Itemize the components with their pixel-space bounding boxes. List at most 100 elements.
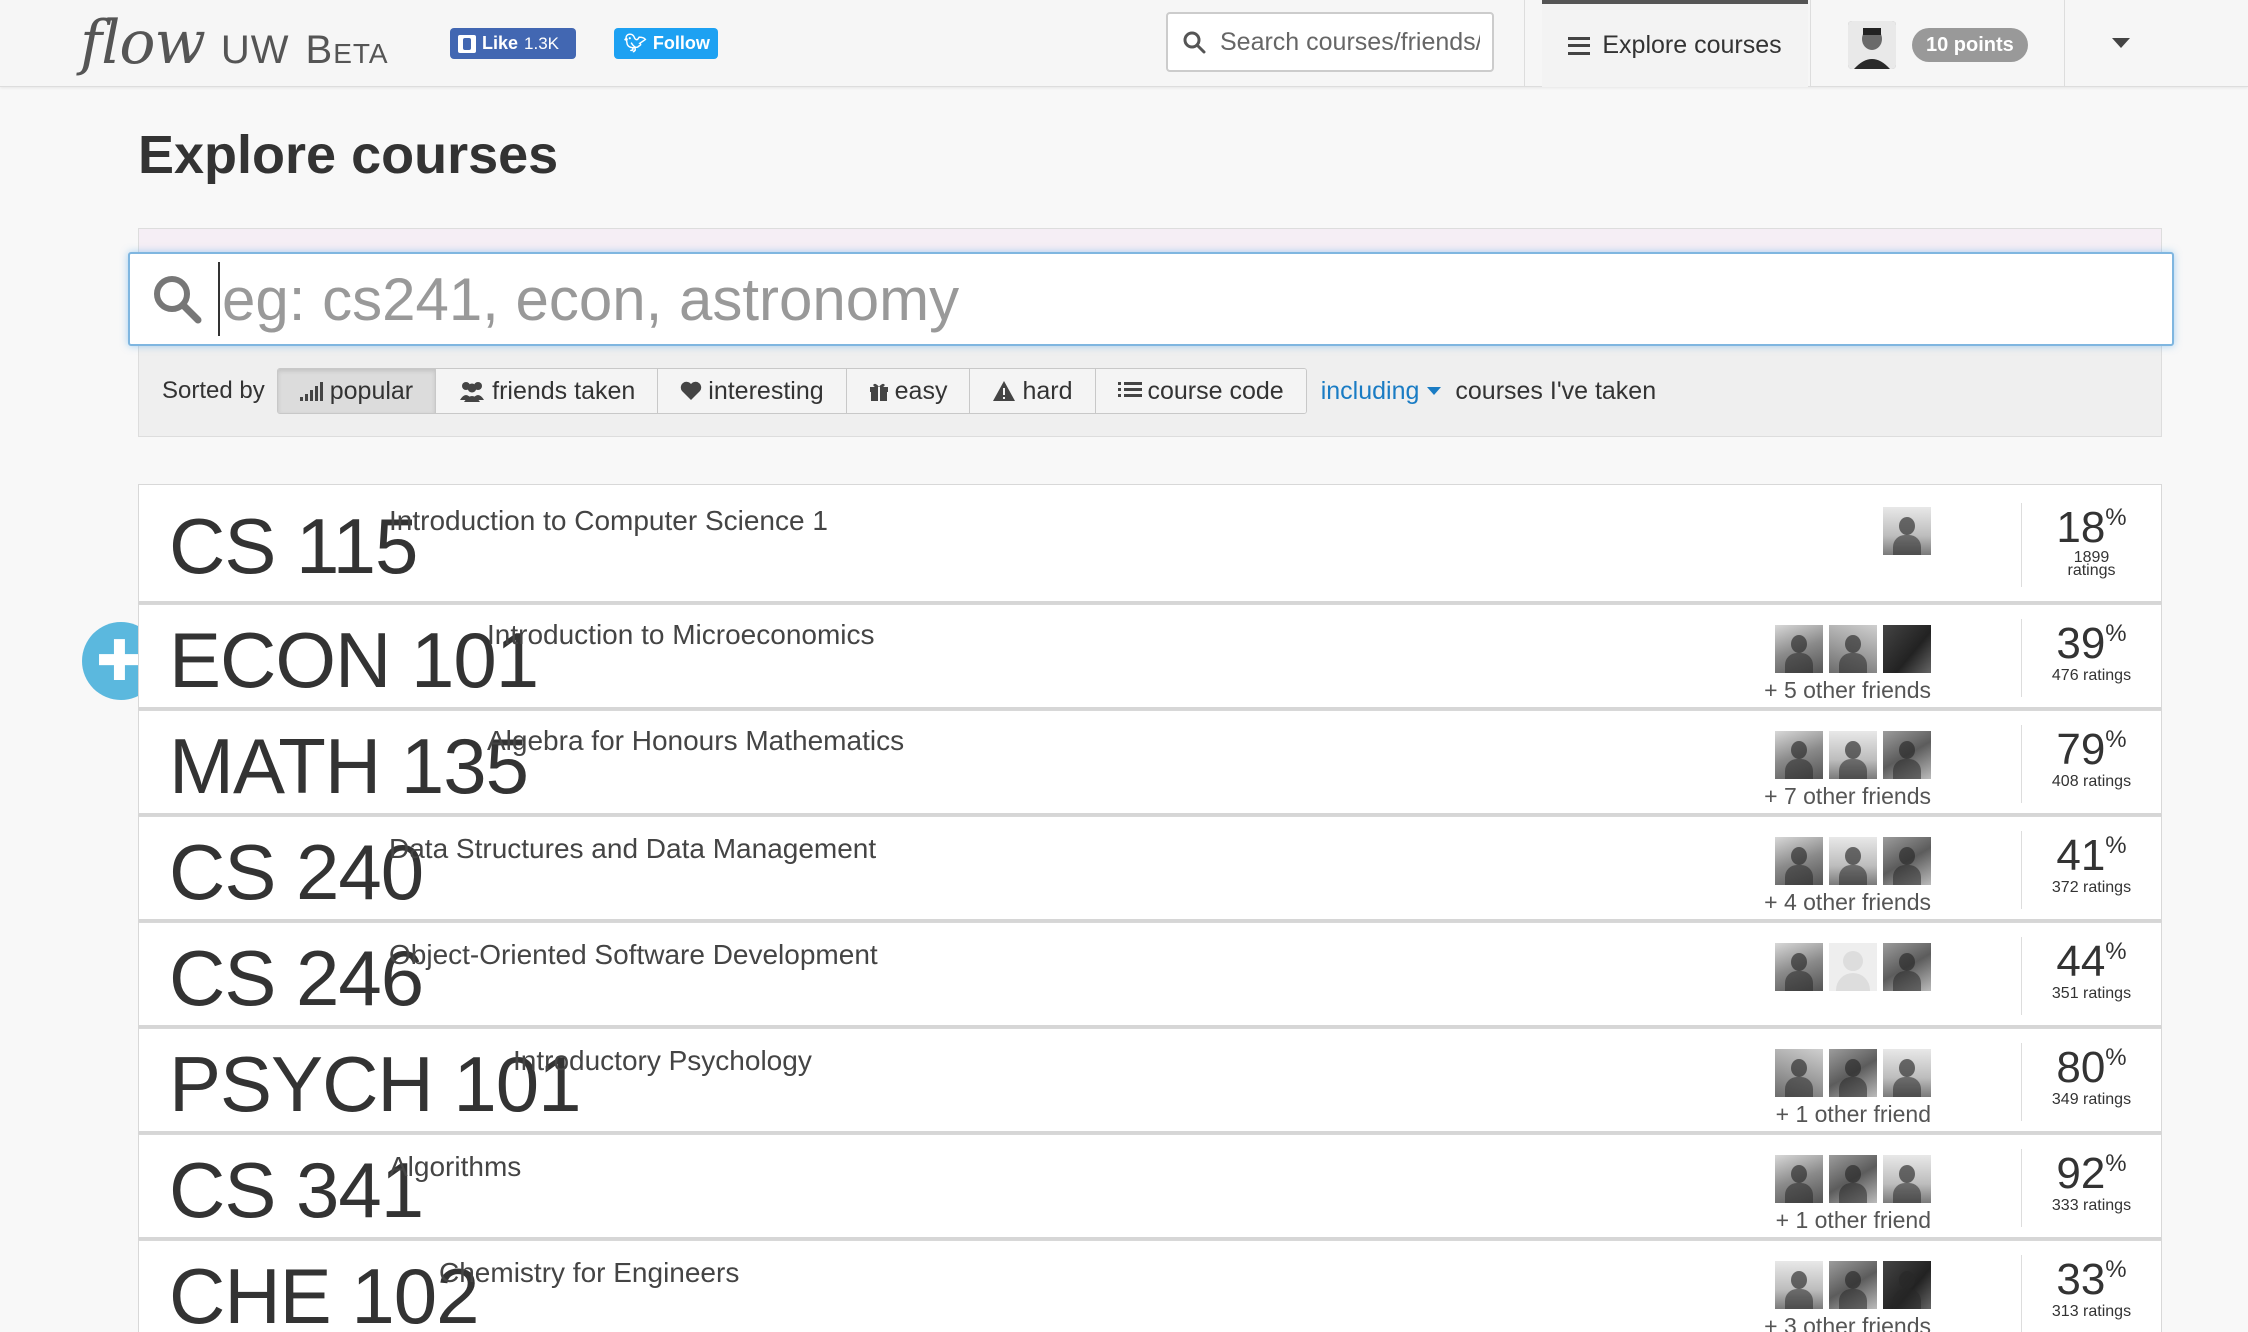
course-code[interactable]: CS 240 [169, 827, 424, 918]
bar-chart-icon [299, 382, 323, 401]
friend-avatar[interactable] [1883, 1049, 1931, 1097]
profile-menu[interactable]: 10 points [1848, 21, 2028, 69]
course-code[interactable]: CS 341 [169, 1145, 424, 1236]
course-name: Introduction to Microeconomics [487, 619, 875, 650]
course-row[interactable]: CS 341 Algorithms + 1 other friend 92% 3… [138, 1134, 2162, 1240]
rating-percent: 41% [2056, 831, 2127, 880]
course-name: Chemistry for Engineers [439, 1257, 740, 1288]
including-dropdown[interactable]: including [1321, 377, 1442, 406]
facebook-like-button[interactable]: Like 1.3K [450, 28, 576, 59]
friend-avatar[interactable] [1829, 1155, 1877, 1203]
course-row[interactable]: CS 246 Object-Oriented Software Developm… [138, 922, 2162, 1028]
sort-easy-button[interactable]: easy [846, 369, 971, 413]
course-code[interactable]: CS 115 [169, 501, 418, 592]
friend-avatar[interactable] [1883, 1155, 1931, 1203]
friend-avatar[interactable] [1775, 943, 1823, 991]
other-friends-count[interactable]: + 1 other friend [1776, 1207, 1931, 1234]
friend-avatar[interactable] [1829, 731, 1877, 779]
friends-taken[interactable]: + 7 other friends [1764, 731, 1931, 810]
friend-avatar[interactable] [1775, 625, 1823, 673]
course-name: Data Structures and Data Management [389, 833, 877, 864]
rating-box: 80% 349 ratings [2021, 1043, 2161, 1121]
friends-taken[interactable]: + 4 other friends [1764, 837, 1931, 916]
sort-course-code-button[interactable]: course code [1095, 369, 1306, 413]
friend-avatar[interactable] [1883, 625, 1931, 673]
rating-percent: 33% [2056, 1255, 2127, 1304]
sort-friends-taken-button[interactable]: friends taken [436, 369, 659, 413]
friends-taken[interactable] [1775, 943, 1931, 991]
friend-avatar[interactable] [1775, 1155, 1823, 1203]
friends-taken[interactable]: + 1 other friend [1775, 1155, 1931, 1234]
friend-avatar[interactable] [1775, 1261, 1823, 1309]
friend-avatar[interactable] [1775, 1049, 1823, 1097]
sort-button-group: popular friends taken interesting easy h… [276, 368, 1307, 414]
friends-taken[interactable] [1883, 507, 1931, 555]
sort-hard-button[interactable]: hard [970, 369, 1096, 413]
sort-interesting-label: interesting [708, 376, 824, 405]
user-avatar[interactable] [1848, 21, 1896, 69]
explore-courses-nav-link[interactable]: Explore courses [1542, 0, 1808, 87]
friends-taken[interactable]: + 1 other friend [1775, 1049, 1931, 1128]
rating-box: 92% 333 ratings [2021, 1149, 2161, 1227]
twitter-bird-icon: 🐦︎ [624, 33, 647, 53]
course-code[interactable]: CHE 102 [169, 1251, 479, 1332]
friend-avatar[interactable] [1883, 1261, 1931, 1309]
sort-popular-button[interactable]: popular [277, 369, 437, 413]
rating-box: 33% 313 ratings [2021, 1255, 2161, 1332]
friends-taken[interactable]: + 5 other friends [1764, 625, 1931, 704]
fb-like-label: Like [482, 33, 519, 53]
course-row[interactable]: CHE 102 Chemistry for Engineers + 3 othe… [138, 1240, 2162, 1332]
course-name: Introduction to Computer Science 1 [389, 505, 828, 536]
friend-avatar[interactable] [1883, 731, 1931, 779]
friend-avatar[interactable] [1883, 507, 1931, 555]
course-row[interactable]: CS 240 Data Structures and Data Manageme… [138, 816, 2162, 922]
rating-count: 349 ratings [2051, 1091, 2132, 1108]
course-code[interactable]: MATH 135 [169, 721, 529, 812]
nav-divider [2064, 0, 2065, 87]
gift-icon [869, 383, 888, 401]
friend-avatar[interactable] [1829, 1049, 1877, 1097]
flow-logo[interactable]: flow [80, 12, 206, 74]
course-row[interactable]: CS 115 Introduction to Computer Science … [138, 484, 2162, 604]
course-row[interactable]: MATH 135 Algebra for Honours Mathematics… [138, 710, 2162, 816]
nav-search-box[interactable] [1166, 12, 1494, 72]
friend-avatar[interactable] [1829, 1261, 1877, 1309]
friend-avatar[interactable] [1829, 837, 1877, 885]
course-search-box[interactable] [128, 252, 2174, 346]
course-row[interactable]: PSYCH 101 Introductory Psychology + 1 ot… [138, 1028, 2162, 1134]
course-code[interactable]: CS 246 [169, 933, 424, 1024]
course-search-input[interactable] [218, 262, 2118, 336]
points-badge[interactable]: 10 points [1912, 28, 2028, 62]
friend-avatar[interactable] [1883, 837, 1931, 885]
default-avatar-icon[interactable] [1829, 943, 1877, 991]
users-icon [460, 382, 485, 402]
rating-count: 408 ratings [2051, 773, 2132, 790]
search-icon [1183, 31, 1206, 54]
course-row[interactable]: ECON 101 Introduction to Microeconomics … [138, 604, 2162, 710]
account-dropdown-caret-icon[interactable] [2112, 38, 2130, 48]
list-icon [1117, 382, 1142, 397]
other-friends-count[interactable]: + 1 other friend [1776, 1101, 1931, 1128]
sort-interesting-button[interactable]: interesting [658, 369, 847, 413]
rating-box: 18% 1899 ratings [2021, 503, 2161, 587]
course-name: Object-Oriented Software Development [389, 939, 878, 970]
including-label: including [1320, 376, 1420, 405]
rating-percent: 80% [2056, 1043, 2127, 1092]
other-friends-count[interactable]: + 5 other friends [1764, 677, 1931, 704]
nav-divider [1524, 0, 1525, 87]
sort-label: Sorted by [162, 377, 265, 404]
course-list: CS 115 Introduction to Computer Science … [138, 484, 2162, 1332]
brand-logo[interactable]: flow UW Beta [80, 12, 389, 74]
friend-avatar[interactable] [1775, 731, 1823, 779]
course-code[interactable]: ECON 101 [169, 615, 539, 706]
course-name: Introductory Psychology [513, 1045, 812, 1076]
friend-avatar[interactable] [1829, 625, 1877, 673]
twitter-follow-button[interactable]: 🐦︎ Follow [614, 28, 718, 59]
friends-taken[interactable]: + 3 other friends [1764, 1261, 1931, 1332]
other-friends-count[interactable]: + 3 other friends [1764, 1313, 1931, 1332]
friend-avatar[interactable] [1883, 943, 1931, 991]
nav-search-input[interactable] [1220, 27, 1480, 57]
friend-avatar[interactable] [1775, 837, 1823, 885]
other-friends-count[interactable]: + 7 other friends [1764, 783, 1931, 810]
other-friends-count[interactable]: + 4 other friends [1764, 889, 1931, 916]
